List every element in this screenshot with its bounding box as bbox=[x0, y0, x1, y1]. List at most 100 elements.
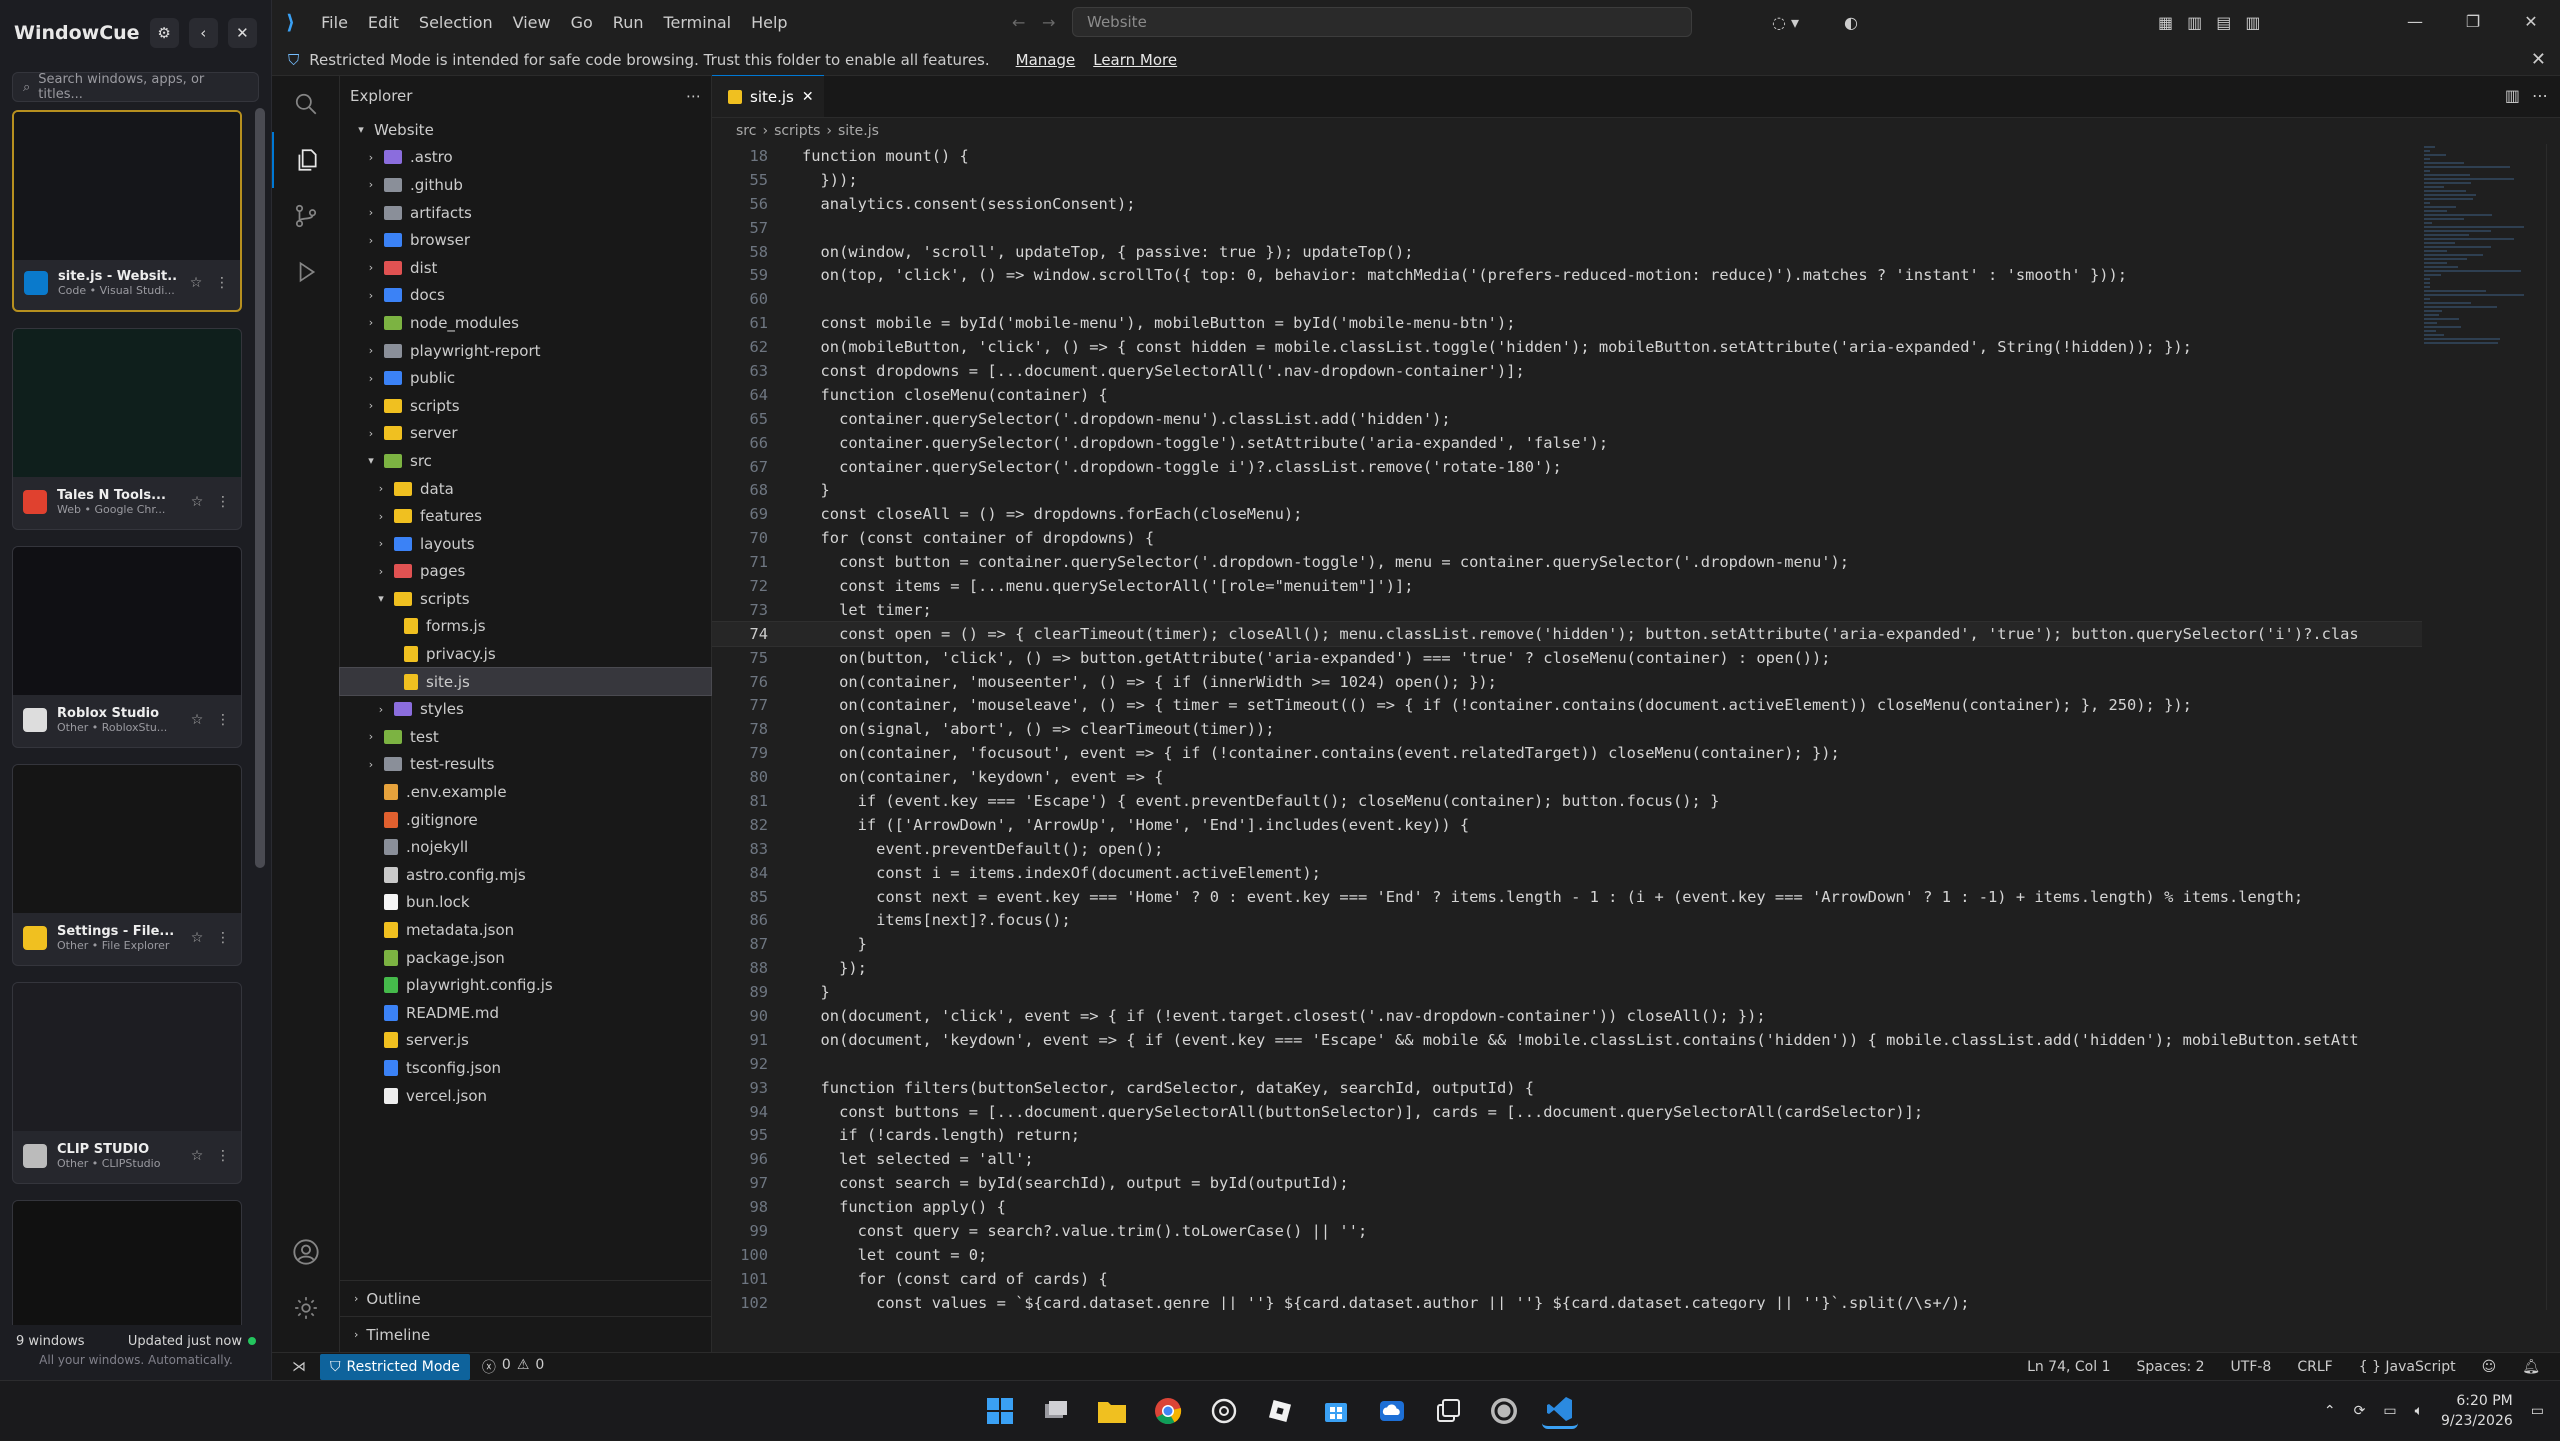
manage-gear-icon[interactable] bbox=[272, 1280, 340, 1336]
windowcue-scrollbar[interactable] bbox=[255, 108, 265, 868]
more-actions-icon[interactable]: ⋯ bbox=[686, 87, 701, 105]
tree-file[interactable]: README.md bbox=[340, 999, 711, 1027]
accounts-icon[interactable] bbox=[272, 1224, 340, 1280]
windowcue-search-input[interactable]: ⌕ Search windows, apps, or titles... bbox=[12, 72, 259, 102]
tree-folder[interactable]: › data bbox=[340, 475, 711, 503]
breadcrumb-item[interactable]: site.js bbox=[838, 123, 879, 139]
minimap[interactable] bbox=[2424, 144, 2534, 524]
tree-file[interactable]: site.js bbox=[339, 666, 712, 697]
window-card[interactable] bbox=[12, 1200, 242, 1325]
sync-icon[interactable]: ⟳ bbox=[2354, 1403, 2366, 1419]
end-of-line[interactable]: CRLF bbox=[2297, 1359, 2332, 1375]
tree-folder[interactable]: › playwright-report bbox=[340, 337, 711, 365]
window-card[interactable]: Roblox Studio Other • RobloxStu... ☆ ⋮ bbox=[12, 546, 242, 748]
window-card[interactable]: CLIP STUDIO Other • CLIPStudio ☆ ⋮ bbox=[12, 982, 242, 1184]
tree-folder[interactable]: › test-results bbox=[340, 751, 711, 779]
menu-item-run[interactable]: Run bbox=[605, 9, 652, 36]
chatgpt-icon[interactable] bbox=[1206, 1393, 1242, 1429]
window-card[interactable]: Settings - File... Other • File Explorer ☆… bbox=[12, 764, 242, 966]
menu-item-edit[interactable]: Edit bbox=[360, 9, 407, 36]
window-card[interactable]: site.js - Websit... Code • Visual Studi..… bbox=[12, 110, 242, 312]
star-icon[interactable]: ☆ bbox=[189, 712, 205, 728]
tree-folder[interactable]: › artifacts bbox=[340, 199, 711, 227]
editor-scrollbar[interactable] bbox=[2546, 144, 2560, 1310]
tree-folder[interactable]: › scripts bbox=[340, 392, 711, 420]
tree-file[interactable]: .env.example bbox=[340, 778, 711, 806]
chrome-icon[interactable] bbox=[1150, 1393, 1186, 1429]
tree-folder[interactable]: › pages bbox=[340, 558, 711, 586]
back-arrow-icon[interactable]: ← bbox=[1012, 13, 1025, 32]
encoding[interactable]: UTF-8 bbox=[2231, 1359, 2272, 1375]
accounts-badge-icon[interactable]: ◐ bbox=[1844, 13, 1858, 32]
close-icon[interactable]: ✕ bbox=[227, 18, 257, 48]
timeline-section[interactable]: › Timeline bbox=[340, 1316, 711, 1352]
star-icon[interactable]: ☆ bbox=[188, 275, 204, 291]
tree-folder[interactable]: › styles bbox=[340, 695, 711, 723]
vscode-taskbar-icon[interactable] bbox=[1542, 1393, 1578, 1429]
tree-folder[interactable]: › node_modules bbox=[340, 309, 711, 337]
tree-folder[interactable]: › server bbox=[340, 420, 711, 448]
tree-folder[interactable]: › .astro bbox=[340, 144, 711, 172]
windows-start-icon[interactable] bbox=[982, 1393, 1018, 1429]
tray-overflow-chevron-icon[interactable]: ⌃ bbox=[2324, 1403, 2336, 1419]
clock[interactable]: 6:20 PM 9/23/2026 bbox=[2441, 1391, 2513, 1431]
windowcue-app-icon[interactable] bbox=[1430, 1393, 1466, 1429]
remote-indicator-icon[interactable]: ⋊ bbox=[292, 1359, 306, 1375]
minimize-icon[interactable]: — bbox=[2386, 0, 2444, 44]
menu-item-selection[interactable]: Selection bbox=[411, 9, 501, 36]
copilot-icon[interactable]: ◌ ▾ bbox=[1772, 13, 1799, 32]
notifications-bell-icon[interactable]: 🔔︎ bbox=[2522, 1359, 2540, 1375]
clip-studio-icon[interactable] bbox=[1486, 1393, 1522, 1429]
workspace-root[interactable]: ▾ Website bbox=[340, 116, 711, 144]
menu-item-file[interactable]: File bbox=[313, 9, 356, 36]
window-card[interactable]: Tales N Tools... Web • Google Chr... ☆ ⋮ bbox=[12, 328, 242, 530]
tree-file[interactable]: vercel.json bbox=[340, 1082, 711, 1110]
tree-file[interactable]: .gitignore bbox=[340, 806, 711, 834]
task-view-icon[interactable] bbox=[1038, 1393, 1074, 1429]
more-vertical-icon[interactable]: ⋮ bbox=[215, 494, 231, 510]
tree-file[interactable]: server.js bbox=[340, 1027, 711, 1055]
file-explorer-icon[interactable] bbox=[1094, 1393, 1130, 1429]
microsoft-store-icon[interactable] bbox=[1318, 1393, 1354, 1429]
tree-file[interactable]: astro.config.mjs bbox=[340, 861, 711, 889]
more-vertical-icon[interactable]: ⋮ bbox=[214, 275, 230, 291]
cursor-position[interactable]: Ln 74, Col 1 bbox=[2027, 1359, 2110, 1375]
editor-more-icon[interactable]: ⋯ bbox=[2532, 86, 2548, 105]
copilot-status-icon[interactable]: ☺ bbox=[2482, 1359, 2497, 1375]
menu-item-terminal[interactable]: Terminal bbox=[655, 9, 739, 36]
manage-link[interactable]: Manage bbox=[1016, 51, 1076, 69]
more-vertical-icon[interactable]: ⋮ bbox=[215, 930, 231, 946]
tab-close-icon[interactable]: ✕ bbox=[802, 89, 814, 105]
breadcrumb-item[interactable]: scripts bbox=[774, 123, 820, 139]
outline-section[interactable]: › Outline bbox=[340, 1280, 711, 1316]
tree-folder[interactable]: › test bbox=[340, 723, 711, 751]
tree-folder[interactable]: › dist bbox=[340, 254, 711, 282]
tree-folder[interactable]: › .github bbox=[340, 171, 711, 199]
breadcrumb-item[interactable]: src bbox=[736, 123, 756, 139]
notification-center-icon[interactable]: ▭ bbox=[2531, 1403, 2544, 1419]
menu-item-go[interactable]: Go bbox=[563, 9, 601, 36]
tree-folder[interactable]: › layouts bbox=[340, 530, 711, 558]
tree-folder[interactable]: › browser bbox=[340, 226, 711, 254]
star-icon[interactable]: ☆ bbox=[189, 494, 205, 510]
indentation[interactable]: Spaces: 2 bbox=[2137, 1359, 2205, 1375]
menu-item-view[interactable]: View bbox=[505, 9, 559, 36]
split-editor-icon[interactable]: ▥ bbox=[2505, 86, 2520, 105]
more-vertical-icon[interactable]: ⋮ bbox=[215, 1148, 231, 1164]
roblox-icon[interactable] bbox=[1262, 1393, 1298, 1429]
tree-file[interactable]: forms.js bbox=[340, 613, 711, 641]
tree-file[interactable]: bun.lock bbox=[340, 889, 711, 917]
learn-more-link[interactable]: Learn More bbox=[1093, 51, 1177, 69]
forward-arrow-icon[interactable]: → bbox=[1042, 13, 1055, 32]
code-editor[interactable]: 18 function mount() {55 })); 56 analytics.… bbox=[712, 144, 2422, 1310]
tree-file[interactable]: playwright.config.js bbox=[340, 971, 711, 999]
star-icon[interactable]: ☆ bbox=[189, 930, 205, 946]
tree-file[interactable]: metadata.json bbox=[340, 916, 711, 944]
search-icon[interactable] bbox=[272, 76, 340, 132]
tree-folder[interactable]: › features bbox=[340, 502, 711, 530]
tree-folder[interactable]: ▾ src bbox=[340, 447, 711, 475]
tree-file[interactable]: privacy.js bbox=[340, 640, 711, 668]
source-control-icon[interactable] bbox=[272, 188, 340, 244]
window-close-icon[interactable]: ✕ bbox=[2502, 0, 2560, 44]
run-debug-icon[interactable] bbox=[272, 244, 340, 300]
